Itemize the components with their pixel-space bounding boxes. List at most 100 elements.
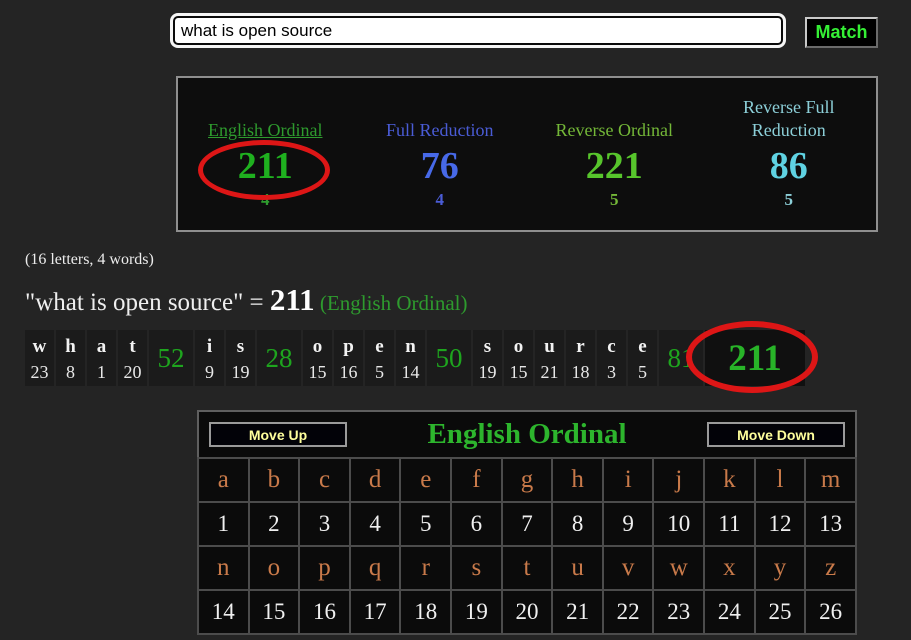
table-cell-15: 15 — [247, 589, 301, 635]
cipher-value-english-ordinal: 211 — [237, 145, 293, 187]
equation-cipher-note: (English Ordinal) — [314, 291, 468, 315]
cipher-value-reverse-ordinal: 221 — [585, 145, 643, 187]
table-cell-k: k — [703, 457, 756, 503]
breakdown-letter: u — [544, 335, 555, 357]
breakdown-letter-value: 1 — [97, 361, 106, 382]
breakdown-letter-cell: i9 — [195, 330, 224, 386]
breakdown-word-sum: 50 — [427, 330, 471, 386]
table-cell-m: m — [804, 457, 857, 503]
breakdown-letter: t — [129, 335, 136, 357]
breakdown-letter: s — [483, 335, 492, 357]
breakdown-letter-cell: e5 — [628, 330, 657, 386]
breakdown-letter-cell: s 19 — [473, 330, 502, 386]
table-cell-t: t — [500, 545, 554, 591]
breakdown-letter: o — [513, 335, 524, 357]
equation-phrase: "what is open source" = — [25, 289, 270, 316]
breakdown-letter-value: 20 — [123, 361, 142, 382]
table-row-letters: abcdefghijklm — [197, 457, 857, 503]
cipher-word-count-full-reduction: 4 — [435, 190, 445, 209]
table-cell-4: 4 — [348, 501, 402, 547]
table-cell-23: 23 — [652, 589, 706, 635]
breakdown-letter: n — [405, 335, 416, 357]
table-cell-13: 13 — [804, 501, 857, 547]
cipher-word-count-reverse-full-reduction: 5 — [784, 190, 794, 209]
breakdown-letter-cell: o 15 — [303, 330, 332, 386]
breakdown-letter-value: 23 — [30, 361, 49, 382]
table-cell-12: 12 — [753, 501, 807, 547]
breakdown-letter: p — [343, 335, 354, 357]
table-cell-16: 16 — [298, 589, 351, 635]
cipher-letter-table: Move Up English Ordinal Move Down abcdef… — [197, 410, 857, 635]
table-cell-20: 20 — [500, 589, 554, 635]
table-cell-25: 25 — [753, 589, 807, 635]
cipher-column-english-ordinal: English Ordinal 211 4 — [178, 78, 353, 230]
table-cell-j: j — [652, 457, 706, 503]
breakdown-letter-cell: e5 — [365, 330, 394, 386]
breakdown-letter: c — [607, 335, 616, 357]
table-cell-19: 19 — [450, 589, 503, 635]
table-cell-1: 1 — [197, 501, 250, 547]
table-cell-d: d — [348, 457, 402, 503]
cipher-column-full-reduction: Full Reduction 76 4 — [353, 78, 528, 230]
table-cell-p: p — [298, 545, 351, 591]
table-cell-18: 18 — [399, 589, 453, 635]
equation-value: 211 — [269, 282, 315, 317]
table-cell-l: l — [753, 457, 807, 503]
breakdown-word-sum: 52 — [149, 330, 193, 386]
breakdown-word-sum: 81 — [659, 330, 703, 386]
table-cell-9: 9 — [601, 501, 655, 547]
cipher-word-count-english-ordinal: 4 — [261, 190, 270, 209]
cipher-label-wrap: Reverse Full Reduction — [714, 94, 864, 142]
breakdown-letter: w — [32, 335, 47, 357]
breakdown-letter-cell: p 16 — [334, 330, 363, 386]
breakdown-letter-cell: w 23 — [25, 330, 54, 386]
cipher-label-wrap: Reverse Ordinal — [539, 94, 689, 142]
breakdown-letter-value: 3 — [607, 361, 616, 382]
table-cell-a: a — [197, 457, 250, 503]
cipher-label-reverse-ordinal: Reverse Ordinal — [555, 120, 673, 140]
breakdown-letter-value: 21 — [540, 361, 559, 382]
cipher-values-panel: English Ordinal 211 4 Full Reduction 76 4 Reve… — [176, 76, 878, 232]
cipher-label-full-reduction: Full Reduction — [386, 120, 494, 140]
table-cell-5: 5 — [399, 501, 453, 547]
table-cell-b: b — [247, 457, 301, 503]
breakdown-letter-cell: c3 — [597, 330, 626, 386]
cipher-label-english-ordinal[interactable]: English Ordinal — [208, 119, 323, 142]
breakdown-letter: i — [206, 335, 213, 357]
search-input[interactable] — [173, 16, 783, 45]
cipher-value-full-reduction: 76 — [420, 145, 459, 187]
breakdown-letter-cell: u 21 — [535, 330, 564, 386]
cipher-word-count-reverse-ordinal: 5 — [610, 190, 619, 209]
breakdown-letter-value: 19 — [231, 361, 250, 382]
cipher-columns: English Ordinal 211 4 Full Reduction 76 4 Reve… — [178, 78, 876, 230]
table-cell-r: r — [399, 545, 453, 591]
table-row-letters: nopqrstuvwxyz — [197, 545, 857, 591]
table-cell-10: 10 — [652, 501, 706, 547]
breakdown-letter-value: 18 — [571, 361, 590, 382]
breakdown-letter-cell: h8 — [56, 330, 85, 386]
table-cell-e: e — [399, 457, 453, 503]
table-cell-f: f — [450, 457, 503, 503]
table-cell-24: 24 — [703, 589, 756, 635]
table-cell-y: y — [753, 545, 807, 591]
breakdown-letter-value: 5 — [375, 361, 384, 382]
table-cell-g: g — [500, 457, 554, 503]
table-cell-o: o — [247, 545, 301, 591]
table-cell-2: 2 — [247, 501, 301, 547]
table-cell-11: 11 — [703, 501, 756, 547]
breakdown-letter-cell: r 18 — [566, 330, 595, 386]
cipher-label-wrap: English Ordinal — [190, 94, 340, 142]
table-cell-s: s — [450, 545, 503, 591]
table-cell-i: i — [601, 457, 655, 503]
move-down-button[interactable]: Move Down — [707, 422, 845, 447]
table-cell-h: h — [551, 457, 604, 503]
breakdown-letter-value: 15 — [509, 361, 528, 382]
table-cell-14: 14 — [197, 589, 250, 635]
move-up-button[interactable]: Move Up — [209, 422, 347, 447]
breakdown-letter-cell: n 14 — [396, 330, 425, 386]
breakdown-word-sum: 28 — [257, 330, 301, 386]
table-cell-21: 21 — [551, 589, 604, 635]
breakdown-letter: h — [65, 335, 76, 357]
match-button[interactable]: Match — [805, 17, 878, 48]
breakdown-letter-cell: o 15 — [504, 330, 533, 386]
